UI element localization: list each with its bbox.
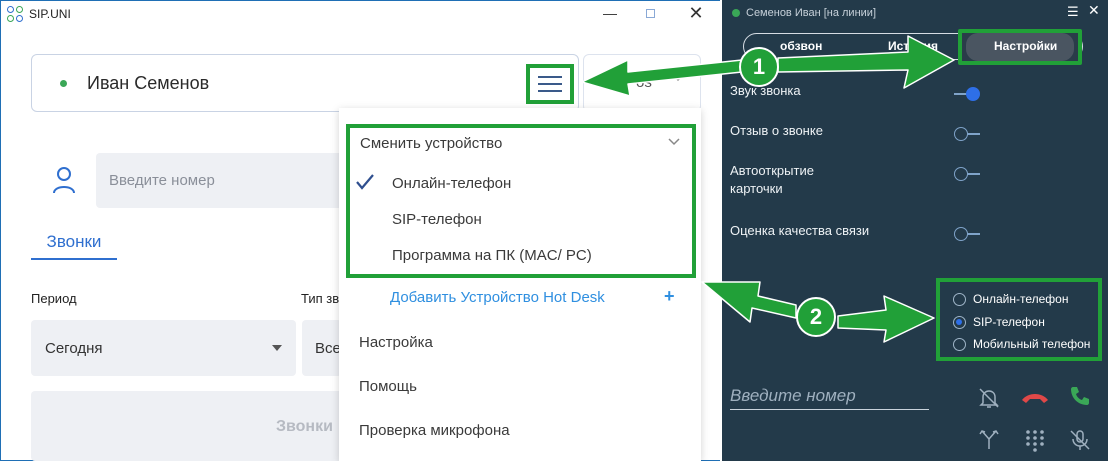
phone-number-input[interactable]	[96, 153, 356, 208]
transfer-icon[interactable]	[977, 427, 1001, 451]
hamburger-menu-button[interactable]	[526, 64, 574, 104]
menu-item-mic-check[interactable]: Проверка микрофона	[359, 422, 510, 439]
call-type-value: Все	[315, 339, 341, 357]
online-status-icon	[60, 79, 67, 87]
add-hot-desk-device-link[interactable]: Добавить Устройство Hot Desk	[390, 289, 605, 306]
bell-off-icon[interactable]	[977, 386, 1001, 410]
call-feedback-toggle[interactable]	[954, 127, 980, 141]
user-status-box[interactable]: Иван Семенов	[31, 54, 579, 112]
softphone-title: Семенов Иван [на линии]	[732, 7, 876, 19]
menu-icon[interactable]: ☰	[1067, 4, 1079, 20]
call-type-label: Тип звонка	[301, 291, 339, 306]
mic-off-icon[interactable]	[1068, 428, 1092, 452]
maximize-icon	[645, 8, 655, 18]
tab-history[interactable]: История	[888, 39, 938, 53]
caret-down-icon	[272, 345, 282, 351]
device-list-highlight	[346, 124, 696, 278]
menu-line	[538, 76, 562, 78]
tab-settings[interactable]: Настройки	[994, 39, 1057, 53]
window-title: SIP.UNI	[29, 7, 71, 21]
calls-button[interactable]: Звонки	[276, 418, 338, 436]
tab-calls[interactable]: Звонки	[31, 232, 117, 260]
person-icon	[53, 167, 75, 194]
menu-item-help[interactable]: Помощь	[359, 378, 417, 395]
ring-sound-toggle[interactable]	[954, 87, 980, 101]
call-quality-toggle[interactable]	[954, 227, 980, 241]
annotation-badge-1: 1	[739, 47, 779, 87]
close-icon[interactable]: ✕	[1088, 2, 1100, 19]
setting-call-feedback-label: Отзыв о звонке	[730, 123, 823, 138]
device-selector-label: os	[636, 74, 652, 91]
user-name: Иван Семенов	[87, 72, 210, 93]
period-label: Период	[31, 291, 77, 306]
period-select[interactable]: Сегодня	[31, 320, 296, 376]
tab-dialing[interactable]: обзвон	[780, 39, 822, 53]
call-type-select[interactable]: Все	[302, 320, 342, 376]
menu-line	[538, 83, 562, 85]
app-logo-icon	[7, 6, 23, 22]
menu-line	[538, 90, 562, 92]
setting-auto-open-card-label: Автооткрытие карточки	[730, 163, 814, 196]
annotation-badge-2: 2	[796, 297, 836, 337]
online-status-icon	[732, 9, 740, 17]
menu-item-settings[interactable]: Настройка	[359, 334, 433, 351]
maximize-button[interactable]	[630, 0, 670, 26]
plus-icon[interactable]: +	[664, 286, 675, 307]
close-button[interactable]: ✕	[676, 0, 716, 26]
minimize-button[interactable]: —	[590, 0, 630, 26]
softphone-number-input[interactable]	[730, 382, 929, 410]
chevron-down-icon	[672, 74, 684, 82]
auto-open-card-toggle[interactable]	[954, 167, 980, 181]
setting-call-quality-label: Оценка качества связи	[730, 223, 870, 238]
softphone-window: Семенов Иван [на линии] ☰ ✕ Звук звонка …	[722, 0, 1108, 461]
hang-up-icon[interactable]	[1020, 386, 1050, 410]
call-icon[interactable]	[1068, 384, 1092, 408]
softphone-title-text: Семенов Иван [на линии]	[746, 7, 876, 19]
period-value: Сегодня	[45, 339, 103, 357]
phone-type-highlight	[936, 278, 1102, 361]
dialpad-icon[interactable]	[1023, 428, 1047, 452]
